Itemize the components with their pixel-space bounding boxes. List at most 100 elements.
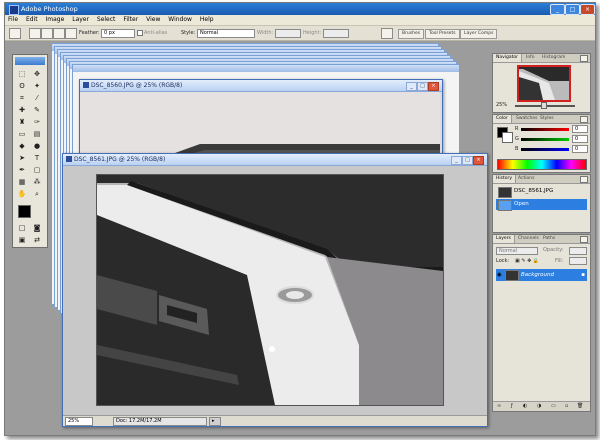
- link-layers-icon[interactable]: ∞: [497, 403, 501, 409]
- panel-menu-icon[interactable]: [580, 116, 588, 123]
- antialias-checkbox[interactable]: [137, 30, 143, 36]
- eyedropper-tool-icon[interactable]: ⁂: [31, 177, 43, 187]
- toolbox-header[interactable]: [15, 57, 45, 65]
- opacity-input[interactable]: [569, 247, 587, 255]
- style-select[interactable]: Normal: [197, 29, 255, 38]
- jump-to-imageready-icon[interactable]: ⇄: [31, 235, 43, 245]
- gradient-tool-icon[interactable]: ▤: [31, 129, 43, 139]
- add-selection-icon[interactable]: [41, 28, 53, 39]
- color-ramp[interactable]: [497, 159, 587, 170]
- type-tool-icon[interactable]: T: [31, 153, 43, 163]
- fill-input[interactable]: [569, 257, 587, 265]
- new-layer-icon[interactable]: ▫: [565, 403, 568, 409]
- path-selection-tool-icon[interactable]: ➤: [16, 153, 28, 163]
- blur-tool-icon[interactable]: ◆: [16, 141, 28, 151]
- document-canvas[interactable]: [96, 174, 444, 406]
- navigator-zoom-knob[interactable]: [541, 102, 547, 109]
- healing-brush-tool-icon[interactable]: ✚: [16, 105, 28, 115]
- new-selection-icon[interactable]: [29, 28, 41, 39]
- document-window-front[interactable]: DSC_8561.JPG @ 25% (RGB/8) _ □ × 25% Doc…: [62, 153, 488, 427]
- navigator-preview[interactable]: [517, 65, 571, 102]
- minimize-icon[interactable]: _: [550, 4, 565, 15]
- maximize-icon[interactable]: □: [462, 156, 473, 165]
- zoom-field[interactable]: 25%: [65, 417, 93, 426]
- history-brush-tool-icon[interactable]: ✑: [31, 117, 43, 127]
- crop-tool-icon[interactable]: ⌗: [16, 93, 28, 103]
- brush-tool-icon[interactable]: ✎: [31, 105, 43, 115]
- tab-layers[interactable]: Layers: [493, 235, 515, 243]
- menu-file[interactable]: File: [5, 15, 21, 25]
- tab-navigator[interactable]: Navigator: [493, 54, 523, 62]
- channel-b-input[interactable]: 0: [572, 145, 588, 153]
- tab-actions[interactable]: Actions: [515, 175, 537, 183]
- status-menu-arrow-icon[interactable]: ▸: [209, 417, 221, 426]
- navigator-zoom[interactable]: 25%: [496, 102, 507, 108]
- close-icon[interactable]: ×: [428, 82, 439, 91]
- panel-menu-icon[interactable]: [580, 236, 588, 243]
- tab-history[interactable]: History: [493, 175, 517, 183]
- tab-paths[interactable]: Paths: [540, 235, 558, 243]
- channel-g-slider[interactable]: [521, 138, 569, 141]
- adjustment-layer-icon[interactable]: ◑: [537, 403, 541, 409]
- screen-mode-icon[interactable]: ▣: [16, 235, 28, 245]
- palette-well-brushes[interactable]: Brushes: [398, 29, 425, 39]
- intersect-selection-icon[interactable]: [65, 28, 77, 39]
- minimize-icon[interactable]: _: [451, 156, 462, 165]
- tab-channels[interactable]: Channels: [515, 235, 542, 243]
- feather-input[interactable]: 0 px: [101, 29, 135, 38]
- quick-mask-mode-icon[interactable]: ◙: [31, 223, 43, 233]
- document-title-bar[interactable]: DSC_8560.JPG @ 25% (RGB/8) _ □ ×: [80, 80, 442, 92]
- close-icon[interactable]: ×: [580, 4, 595, 15]
- height-input[interactable]: [323, 29, 349, 38]
- clone-stamp-tool-icon[interactable]: ♜: [16, 117, 28, 127]
- lasso-tool-icon[interactable]: ʘ: [16, 81, 28, 91]
- marquee-tool-icon[interactable]: ⬚: [16, 69, 28, 79]
- slice-tool-icon[interactable]: ⁄: [31, 93, 43, 103]
- file-browser-icon[interactable]: [381, 28, 393, 39]
- subtract-selection-icon[interactable]: [53, 28, 65, 39]
- tab-styles[interactable]: Styles: [537, 115, 557, 123]
- color-background-swatch[interactable]: [502, 132, 513, 143]
- layer-style-icon[interactable]: ƒ: [511, 403, 513, 409]
- hand-tool-icon[interactable]: ✋: [16, 189, 28, 199]
- dodge-tool-icon[interactable]: ●: [31, 141, 43, 151]
- zoom-tool-icon[interactable]: ⌕: [31, 189, 43, 199]
- menu-filter[interactable]: Filter: [120, 15, 141, 25]
- tab-info[interactable]: Info: [523, 54, 538, 62]
- eye-icon[interactable]: ◉: [497, 269, 502, 281]
- minimize-icon[interactable]: _: [406, 82, 417, 91]
- channel-g-input[interactable]: 0: [572, 135, 588, 143]
- eraser-tool-icon[interactable]: ▭: [16, 129, 28, 139]
- channel-r-input[interactable]: 0: [572, 125, 588, 133]
- palette-well-layer-comps[interactable]: Layer Comps: [460, 29, 498, 39]
- width-input[interactable]: [275, 29, 301, 38]
- panel-menu-icon[interactable]: [580, 176, 588, 183]
- move-tool-icon[interactable]: ✥: [31, 69, 43, 79]
- magic-wand-tool-icon[interactable]: ✦: [31, 81, 43, 91]
- title-bar[interactable]: Adobe Photoshop _ □ ×: [5, 3, 595, 15]
- history-snapshot[interactable]: DSC_8561.JPG: [496, 186, 587, 198]
- marquee-tool-icon[interactable]: [9, 28, 21, 39]
- layer-row-background[interactable]: ◉ Background ▪: [496, 269, 587, 281]
- blend-mode-select[interactable]: Normal: [496, 247, 538, 255]
- pen-tool-icon[interactable]: ✒: [16, 165, 28, 175]
- maximize-icon[interactable]: □: [565, 4, 580, 15]
- shape-tool-icon[interactable]: ▢: [31, 165, 43, 175]
- close-icon[interactable]: ×: [473, 156, 484, 165]
- notes-tool-icon[interactable]: ▦: [16, 177, 28, 187]
- channel-r-slider[interactable]: [521, 128, 569, 131]
- menu-layer[interactable]: Layer: [69, 15, 92, 25]
- menu-edit[interactable]: Edit: [23, 15, 41, 25]
- menu-view[interactable]: View: [143, 15, 163, 25]
- document-title-bar[interactable]: DSC_8561.JPG @ 25% (RGB/8) _ □ ×: [63, 154, 487, 166]
- menu-help[interactable]: Help: [197, 15, 217, 25]
- new-group-icon[interactable]: ▭: [551, 403, 556, 409]
- lock-icon[interactable]: ▣ ✎ ✥ 🔒: [515, 258, 539, 264]
- tab-color[interactable]: Color: [493, 115, 512, 123]
- history-step[interactable]: Open: [496, 199, 587, 211]
- panel-menu-icon[interactable]: [580, 55, 588, 62]
- foreground-color-swatch[interactable]: [18, 205, 31, 218]
- channel-b-slider[interactable]: [521, 148, 569, 151]
- menu-window[interactable]: Window: [165, 15, 195, 25]
- trash-icon[interactable]: 🗑: [577, 403, 583, 409]
